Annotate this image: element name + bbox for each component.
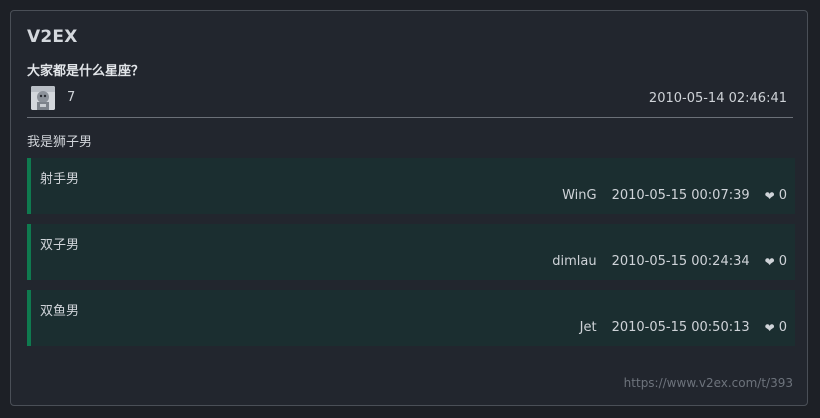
reply-meta: dimlau 2010-05-15 00:24:34 ❤ 0	[552, 254, 787, 269]
reply-text: 射手男	[40, 172, 80, 187]
like-count: 0	[778, 320, 787, 335]
reply-item: 射手男 WinG 2010-05-15 00:07:39 ❤ 0	[27, 158, 795, 214]
like-count: 0	[778, 254, 787, 269]
heart-icon: ❤	[764, 188, 775, 203]
topic-title[interactable]: 大家都是什么星座？	[27, 60, 144, 79]
reply-count: 7	[67, 90, 76, 105]
site-name[interactable]: V2EX	[27, 27, 78, 47]
reply-author[interactable]: WinG	[562, 188, 597, 203]
reply-meta: Jet 2010-05-15 00:50:13 ❤ 0	[580, 320, 787, 335]
reply-time: 2010-05-15 00:24:34	[611, 254, 750, 269]
topic-time: 2010-05-14 02:46:41	[648, 91, 787, 106]
reply-meta: WinG 2010-05-15 00:07:39 ❤ 0	[562, 188, 787, 203]
heart-icon: ❤	[764, 320, 775, 335]
like-button[interactable]: ❤ 0	[765, 254, 787, 269]
reply-author[interactable]: dimlau	[552, 254, 596, 269]
reply-item: 双子男 dimlau 2010-05-15 00:24:34 ❤ 0	[27, 224, 795, 280]
topic-content: 我是狮子男	[27, 135, 93, 150]
source-url[interactable]: https://www.v2ex.com/t/393	[624, 376, 793, 390]
like-button[interactable]: ❤ 0	[765, 188, 787, 203]
reply-item: 双鱼男 Jet 2010-05-15 00:50:13 ❤ 0	[27, 290, 795, 346]
divider	[27, 117, 793, 118]
reply-list: 射手男 WinG 2010-05-15 00:07:39 ❤ 0 双子男 dim…	[27, 158, 795, 356]
like-count: 0	[778, 188, 787, 203]
reply-text: 双子男	[40, 238, 80, 253]
heart-icon: ❤	[764, 254, 775, 269]
reply-time: 2010-05-15 00:50:13	[611, 320, 750, 335]
reply-text: 双鱼男	[40, 304, 80, 319]
reply-author[interactable]: Jet	[580, 320, 597, 335]
like-button[interactable]: ❤ 0	[765, 320, 787, 335]
topic-card: V2EX 大家都是什么星座？ 7 2010-05-14 02:46:41 我是狮…	[10, 10, 808, 406]
reply-time: 2010-05-15 00:07:39	[611, 188, 750, 203]
avatar[interactable]	[31, 86, 55, 110]
